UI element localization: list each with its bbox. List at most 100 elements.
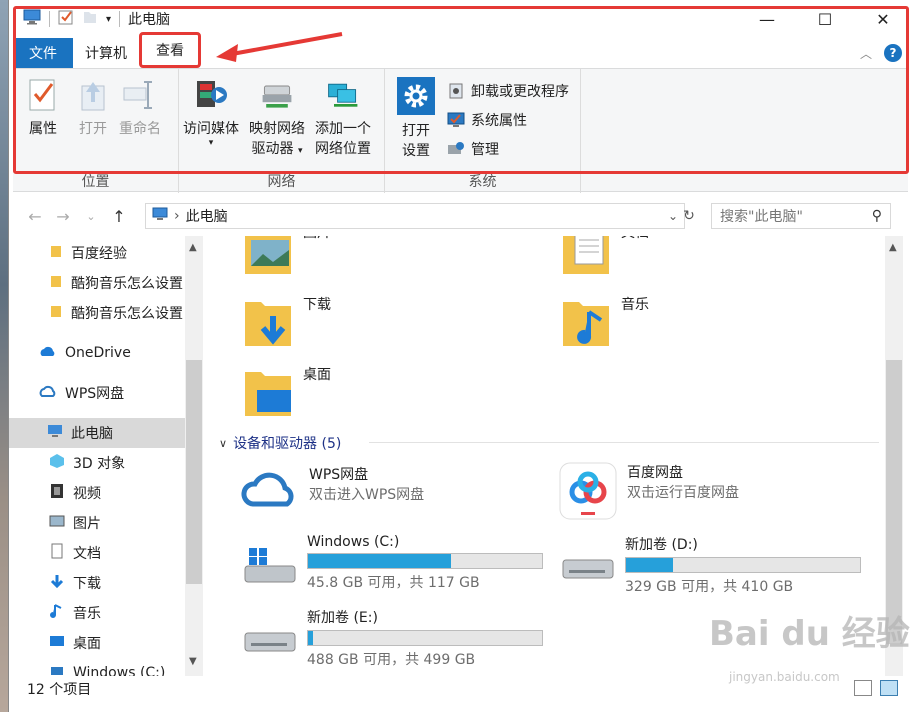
computer-icon — [47, 424, 63, 442]
cube-icon — [49, 453, 65, 473]
scroll-up-arrow-icon[interactable]: ▲ — [889, 242, 897, 253]
drive-e[interactable]: 新加卷 (E:) 488 GB 可用，共 499 GB — [243, 607, 543, 669]
address-bar[interactable]: › 此电脑 ⌄ — [145, 203, 685, 229]
ribbon-group-network: 访问媒体 ▾ 映射网络 驱动器 ▾ 添加一个 网络位置 网络 — [179, 69, 385, 193]
maximize-button[interactable]: ☐ — [796, 0, 854, 38]
open-icon — [75, 77, 111, 113]
nav-scrollbar[interactable]: ▲ ▼ — [185, 236, 203, 676]
map-network-drive-button[interactable]: 映射网络 驱动器 ▾ — [249, 77, 305, 161]
address-row: ← → ⌄ ↑ › 此电脑 ⌄ ↻ 搜索"此电脑" ⚲ — [9, 200, 911, 232]
forward-button[interactable]: → — [49, 207, 77, 226]
drive-usage-fill — [308, 554, 451, 568]
nav-item-drive-c[interactable]: Windows (C:) — [49, 658, 205, 676]
search-icon: ⚲ — [871, 208, 882, 224]
system-properties-button[interactable]: 系统属性 — [447, 110, 527, 130]
wps-cloud-icon — [241, 464, 299, 514]
nav-item-videos[interactable]: 视频 — [49, 478, 205, 508]
scroll-down-arrow-icon[interactable]: ▼ — [189, 656, 197, 667]
download-icon — [49, 573, 65, 593]
device-wps-drive[interactable]: WPS网盘 双击进入WPS网盘 — [241, 464, 424, 514]
uninstall-programs-button[interactable]: 卸载或更改程序 — [447, 81, 569, 101]
nav-item-this-pc[interactable]: 此电脑 — [9, 418, 185, 448]
device-baidu-drive[interactable]: 百度网盘 双击运行百度网盘 — [559, 462, 739, 524]
details-view-button[interactable] — [854, 680, 872, 696]
nav-item-onedrive[interactable]: OneDrive — [39, 338, 205, 368]
minimize-button[interactable]: — — [738, 0, 796, 38]
nav-item-3d-objects[interactable]: 3D 对象 — [49, 448, 205, 478]
tab-computer[interactable]: 计算机 — [73, 38, 139, 68]
ribbon-group-system: 打开 设置 卸载或更改程序 系统属性 管理 系统 — [385, 69, 581, 193]
ribbon-group-location: 属性 打开 重命名 位置 — [13, 69, 179, 193]
new-folder-quick-icon[interactable] — [82, 9, 98, 29]
network-location-icon — [325, 77, 361, 113]
properties-quick-icon[interactable] — [58, 9, 74, 29]
system-properties-icon — [447, 111, 465, 129]
nav-item-music[interactable]: 音乐 — [49, 598, 205, 628]
documents-folder-icon — [561, 236, 611, 280]
open-button[interactable]: 打开 — [75, 77, 111, 139]
content-scrollbar-thumb[interactable] — [886, 360, 902, 644]
drive-usage-fill — [626, 558, 673, 572]
help-icon[interactable]: ? — [884, 44, 902, 62]
nav-item-pictures[interactable]: 图片 — [49, 508, 205, 538]
toolbar-divider — [119, 11, 121, 27]
folder-downloads[interactable]: 下载 — [243, 294, 331, 352]
drive-d[interactable]: 新加卷 (D:) 329 GB 可用，共 410 GB — [561, 534, 861, 596]
windows-drive-icon — [49, 663, 65, 676]
scroll-up-arrow-icon[interactable]: ▲ — [189, 242, 197, 253]
drive-c[interactable]: Windows (C:) 45.8 GB 可用，共 117 GB — [243, 534, 543, 592]
rename-button[interactable]: 重命名 — [119, 77, 161, 139]
baidu-watermark-url: jingyan.baidu.com — [729, 670, 840, 684]
nav-item-pinned-3[interactable]: 酷狗音乐怎么设置 — [49, 298, 205, 328]
large-icons-view-button[interactable] — [880, 680, 898, 696]
refresh-button[interactable]: ↻ — [677, 203, 701, 229]
quick-access-toolbar: ▾ — [9, 9, 121, 29]
ribbon-tabs: 文件 计算机 查看 ︿ ? — [13, 32, 908, 68]
properties-button[interactable]: 属性 — [25, 77, 61, 139]
picture-icon — [49, 513, 65, 533]
nav-item-downloads[interactable]: 下载 — [49, 568, 205, 598]
nav-item-wps-drive[interactable]: WPS网盘 — [39, 378, 205, 408]
customize-toolbar-dropdown[interactable]: ▾ — [106, 14, 111, 25]
folder-music[interactable]: 音乐 — [561, 294, 649, 352]
window-controls: — ☐ ✕ — [738, 0, 911, 38]
back-button[interactable]: ← — [21, 207, 49, 226]
folder-desktop[interactable]: 桌面 — [243, 364, 331, 422]
view-toggle-buttons — [854, 680, 898, 696]
nav-item-documents[interactable]: 文档 — [49, 538, 205, 568]
folder-icon — [49, 274, 63, 292]
close-button[interactable]: ✕ — [854, 0, 911, 38]
nav-item-desktop[interactable]: 桌面 — [49, 628, 205, 658]
breadcrumb-chevron-icon[interactable]: › — [174, 208, 180, 224]
manage-button[interactable]: 管理 — [447, 139, 499, 159]
drive-usage-bar — [625, 557, 861, 573]
uninstall-icon — [447, 82, 465, 100]
settings-gear-icon — [397, 77, 435, 115]
nav-item-pinned-2[interactable]: 酷狗音乐怎么设置 — [49, 268, 205, 298]
nav-scrollbar-thumb[interactable] — [186, 360, 202, 584]
search-input[interactable]: 搜索"此电脑" ⚲ — [711, 203, 891, 229]
properties-icon — [25, 77, 61, 113]
breadcrumb-this-pc[interactable]: 此电脑 — [186, 206, 228, 226]
add-network-location-button[interactable]: 添加一个 网络位置 — [315, 77, 371, 159]
folder-icon — [49, 244, 63, 262]
open-settings-button[interactable]: 打开 设置 — [397, 77, 435, 161]
video-icon — [49, 483, 65, 503]
tab-file[interactable]: 文件 — [13, 38, 73, 68]
hard-drive-icon — [561, 544, 615, 596]
ribbon-help-area: ︿ ? — [860, 38, 908, 68]
music-folder-icon — [561, 294, 611, 352]
collapse-ribbon-icon[interactable]: ︿ — [860, 45, 872, 62]
rename-icon — [122, 77, 158, 113]
folder-icon — [49, 304, 63, 322]
computer-icon — [23, 9, 41, 29]
nav-item-pinned-1[interactable]: 百度经验 — [49, 238, 205, 268]
tab-view[interactable]: 查看 — [139, 32, 201, 68]
devices-group-header[interactable]: ∨ 设备和驱动器 (5) — [219, 433, 341, 453]
recent-locations-dropdown[interactable]: ⌄ — [77, 210, 105, 223]
folder-pictures[interactable]: 图片 — [243, 236, 331, 280]
folder-documents[interactable]: 文档 — [561, 236, 649, 280]
computer-icon — [152, 207, 168, 225]
access-media-button[interactable]: 访问媒体 ▾ — [183, 77, 239, 148]
up-button[interactable]: ↑ — [105, 207, 133, 226]
